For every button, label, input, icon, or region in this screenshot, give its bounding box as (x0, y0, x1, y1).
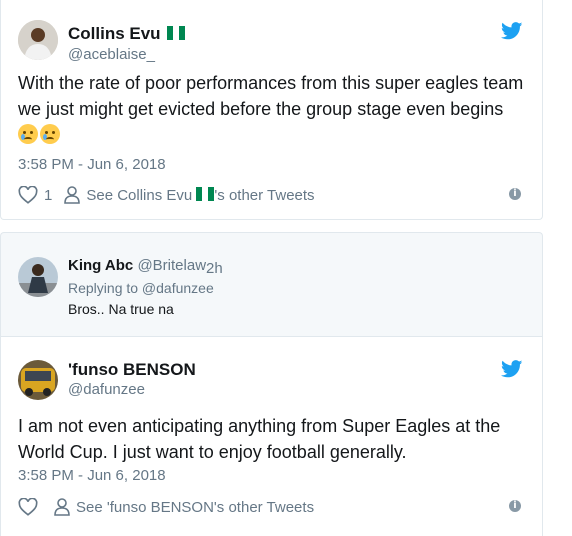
reply-header: King Abc @Britelaw2h (68, 257, 223, 277)
reply-card: King Abc @Britelaw2h Replying to @dafunz… (0, 232, 543, 336)
timestamp[interactable]: 3:58 PM - Jun 6, 2018 (18, 156, 166, 173)
see-other-tweets-link[interactable]: See 'funso BENSON's other Tweets (76, 499, 314, 516)
timestamp[interactable]: 3:58 PM - Jun 6, 2018 (18, 467, 166, 484)
author-name[interactable]: Collins Evu (68, 24, 187, 44)
person-icon (54, 498, 70, 516)
avatar[interactable] (18, 257, 58, 297)
nigeria-flag-icon (167, 25, 186, 40)
reply-age[interactable]: 2h (206, 260, 223, 277)
twitter-bird-icon[interactable] (501, 22, 523, 40)
author-name[interactable]: King Abc (68, 257, 133, 274)
heart-icon[interactable] (18, 186, 38, 204)
like-count[interactable]: 1 (44, 187, 52, 204)
info-icon[interactable]: i (509, 188, 521, 200)
tweet-card-funso: 'funso BENSON @dafunzee I am not even an… (0, 336, 543, 536)
author-handle[interactable]: @dafunzee (68, 381, 145, 398)
twitter-bird-icon[interactable] (501, 360, 523, 378)
replying-to[interactable]: Replying to @dafunzee (68, 280, 214, 296)
see-other-tweets-link[interactable]: See Collins Evu 's other Tweets (86, 186, 315, 204)
nigeria-flag-icon (196, 186, 215, 201)
tweet-actions: 1 See Collins Evu 's other Tweets (18, 186, 315, 204)
author-handle[interactable]: @Britelaw (137, 257, 206, 274)
tweet-text: I am not even anticipating anything from… (18, 416, 501, 462)
tweet-text: With the rate of poor performances from … (18, 70, 528, 148)
person-icon (64, 186, 81, 204)
tweet-actions: See 'funso BENSON's other Tweets (18, 498, 314, 516)
info-icon[interactable]: i (509, 500, 521, 512)
author-handle[interactable]: @aceblaise_ (68, 46, 155, 63)
heart-icon[interactable] (18, 498, 38, 516)
avatar[interactable] (18, 20, 58, 60)
crying-face-emoji (40, 124, 60, 144)
avatar[interactable] (18, 360, 58, 400)
reply-text: Bros.. Na true na (68, 301, 174, 317)
author-name[interactable]: 'funso BENSON (68, 360, 196, 380)
tweet-card-collins: Collins Evu @aceblaise_ With the rate of… (0, 0, 543, 220)
crying-face-emoji (18, 124, 38, 144)
